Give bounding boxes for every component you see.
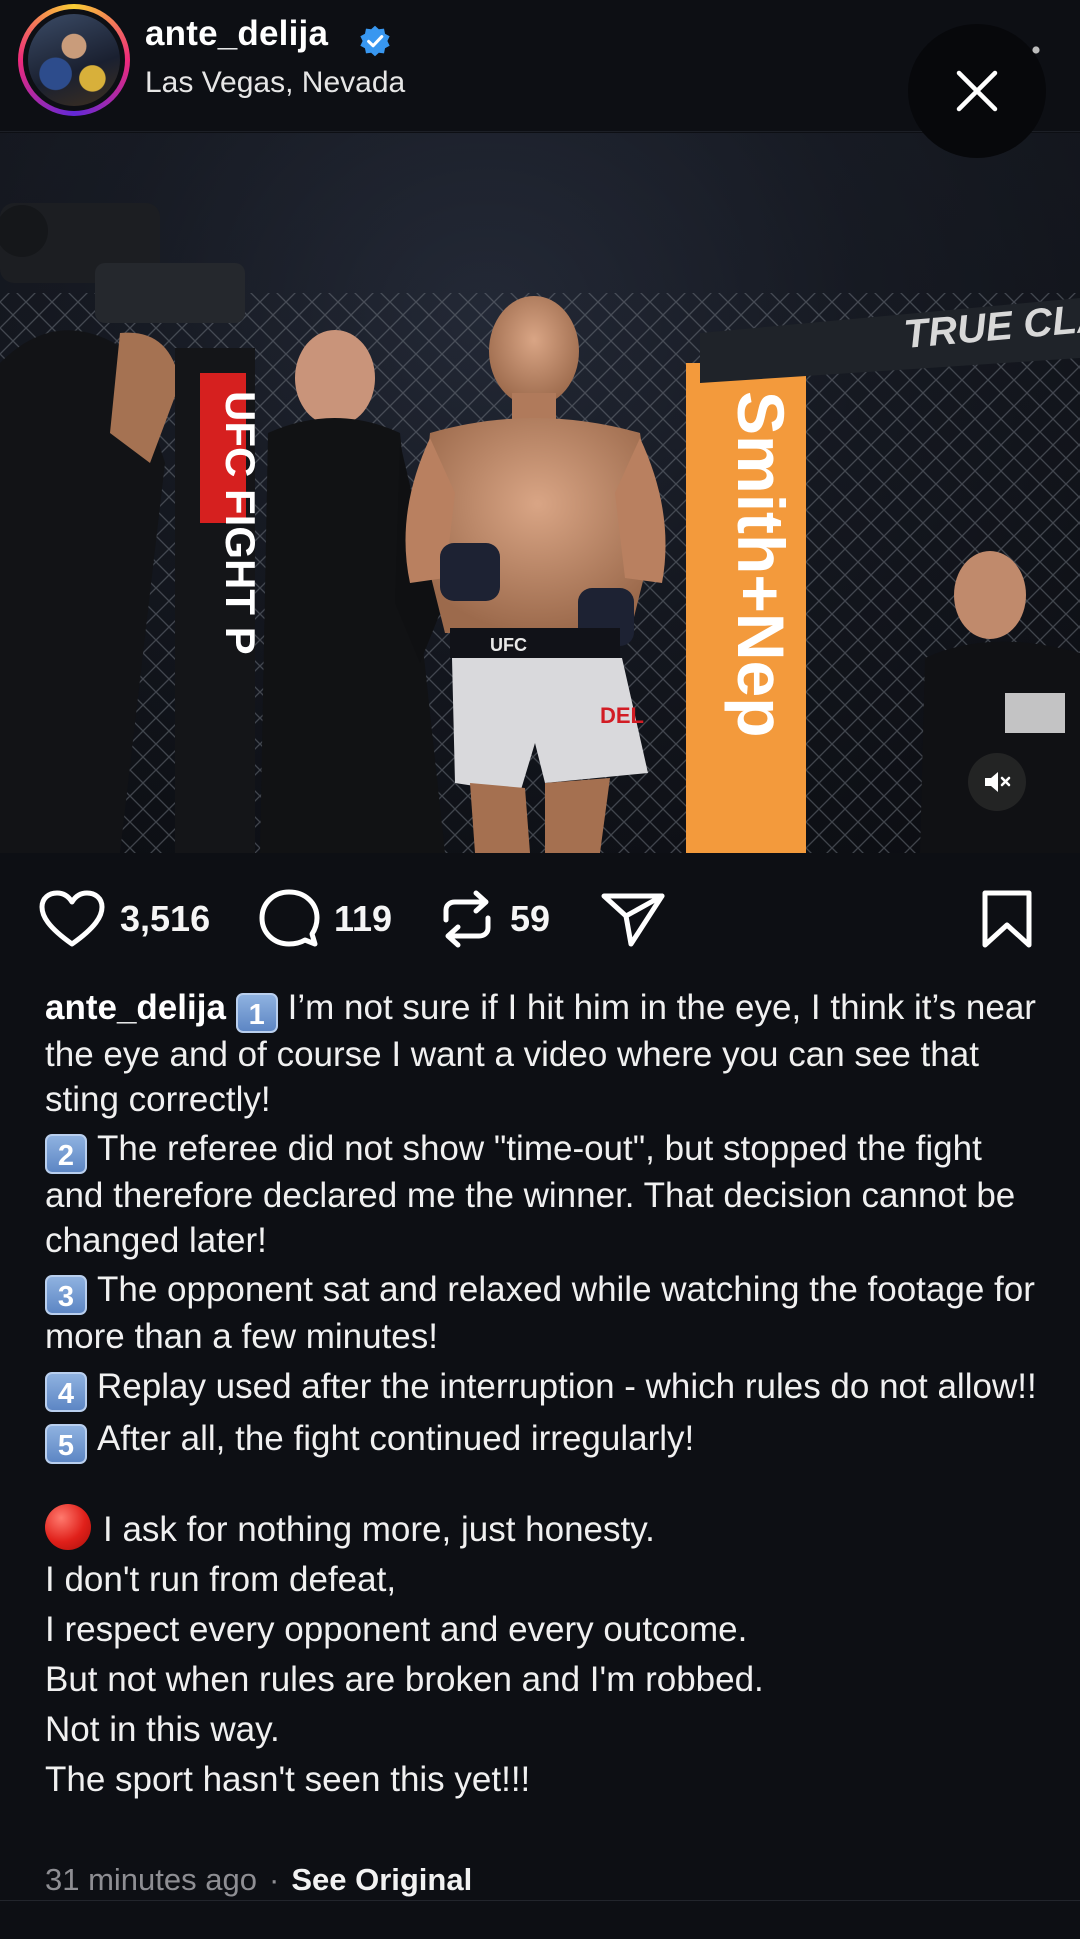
comment-button[interactable]: 119 — [258, 884, 392, 954]
keycap-4-emoji: 4 — [45, 1371, 87, 1412]
caption-line-2: I don't run from defeat, — [45, 1559, 397, 1599]
action-bar: 3,516 119 59 — [0, 884, 1080, 954]
cage-pad-right-text: Smith+Nep — [724, 391, 798, 738]
avatar[interactable] — [28, 14, 120, 106]
verified-icon — [360, 25, 390, 57]
caption-line-text: I ask for nothing more, just honesty. — [103, 1509, 655, 1549]
caption-line-3: I respect every opponent and every outco… — [45, 1609, 748, 1649]
bookmark-icon — [982, 890, 1032, 948]
avatar-frame — [23, 9, 125, 111]
meta-separator: · — [268, 1862, 280, 1897]
username[interactable]: ante_delija — [145, 14, 328, 54]
shorts-brand-text: UFC — [490, 635, 527, 655]
keycap-5-emoji: 5 — [45, 1423, 87, 1464]
caption-item-4: 4 Replay used after the interruption - wh… — [45, 1365, 1045, 1412]
divider — [0, 1900, 1080, 1901]
keycap-3-emoji: 3 — [45, 1275, 87, 1315]
mute-icon — [985, 772, 1011, 792]
mute-button[interactable] — [968, 753, 1026, 811]
heart-icon — [39, 890, 105, 947]
red-circle-emoji — [45, 1503, 91, 1550]
caption-item-2: 2 The referee did not show "time-out", bu… — [45, 1127, 1045, 1263]
repost-button[interactable]: 59 — [438, 884, 550, 954]
caption-item-3: 3 The opponent sat and relaxed while watc… — [45, 1268, 1045, 1360]
caption-item-text: The opponent sat and relaxed while watch… — [45, 1270, 1035, 1356]
caption-line-6: The sport hasn't seen this yet!!! — [45, 1759, 531, 1799]
caption-line-5: Not in this way. — [45, 1709, 280, 1749]
caption-statement: I ask for nothing more, just honesty. I … — [45, 1503, 1045, 1805]
fight-photo: UFC FIGHT P UFC DEL Smith+Nep TRUE CLAS — [0, 133, 1080, 853]
like-button[interactable]: 3,516 — [38, 884, 210, 954]
keycap-2-emoji: 2 — [45, 1134, 87, 1174]
keycap-1-emoji: 1 — [235, 993, 278, 1033]
caption-item-text: Replay used after the interruption - whi… — [97, 1366, 1037, 1406]
location-link[interactable]: Las Vegas, Nevada — [145, 66, 405, 100]
post-image[interactable]: UFC FIGHT P UFC DEL Smith+Nep TRUE CLAS — [0, 133, 1080, 853]
caption-item-text: After all, the fight continued irregular… — [97, 1418, 695, 1458]
share-icon — [601, 893, 665, 947]
cage-pad-left-text: UFC FIGHT P — [217, 391, 264, 655]
comment-count[interactable]: 119 — [334, 898, 392, 940]
close-button[interactable] — [908, 24, 1046, 158]
save-button[interactable] — [980, 884, 1034, 954]
caption-line-1: I ask for nothing more, just honesty. — [45, 1503, 1045, 1555]
caption-item-1: ante_delija 1 I’m not sure if I hit him i… — [45, 986, 1045, 1122]
post-caption: ante_delija 1 I’m not sure if I hit him i… — [45, 986, 1045, 1805]
see-original-link[interactable]: See Original — [291, 1862, 472, 1897]
comment-icon — [259, 889, 320, 947]
share-button[interactable] — [600, 884, 666, 954]
repost-count[interactable]: 59 — [510, 898, 550, 940]
post-meta: 31 minutes ago · See Original — [45, 1862, 472, 1898]
caption-line-4: But not when rules are broken and I'm ro… — [45, 1659, 764, 1699]
caption-item-5: 5 After all, the fight continued irregula… — [45, 1417, 1045, 1464]
timestamp: 31 minutes ago — [45, 1862, 257, 1897]
close-icon — [956, 70, 998, 112]
repost-icon — [443, 890, 491, 948]
shorts-name-text: DEL — [600, 703, 644, 728]
caption-username[interactable]: ante_delija — [45, 988, 226, 1027]
caption-item-text: The referee did not show "time-out", but… — [45, 1129, 1016, 1260]
avatar-story-ring[interactable] — [18, 4, 130, 116]
like-count[interactable]: 3,516 — [120, 898, 210, 940]
